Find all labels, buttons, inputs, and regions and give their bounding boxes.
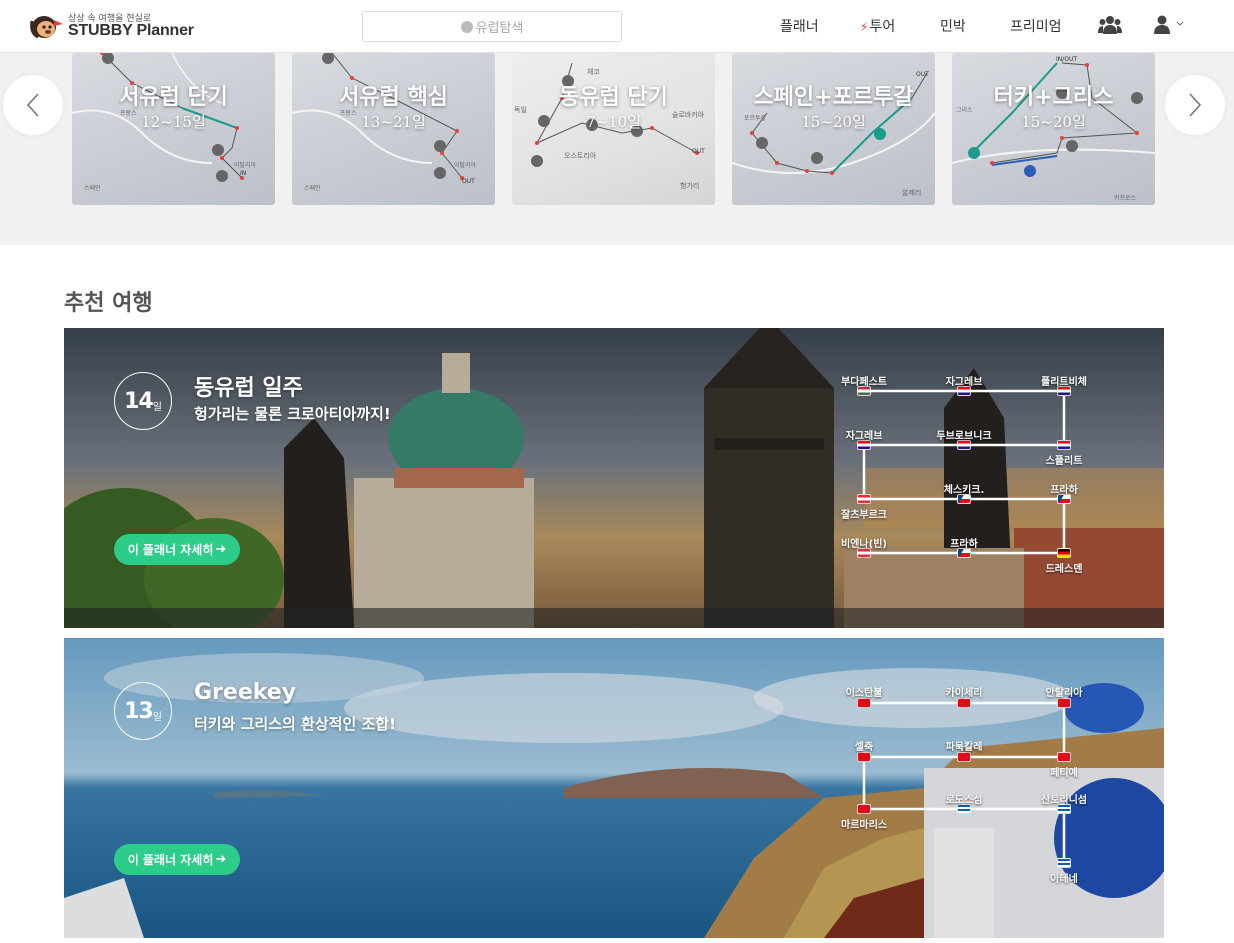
route-card-west-short[interactable]: 프랑스 이탈리아 IN 스페인 서유럽 단기 12~15일 [72,53,275,205]
nav-tour-label: 투어 [869,19,896,35]
logo-name: STUBBY Planner [68,22,194,39]
flag-turkey-icon [1057,752,1071,762]
route-city: 자그레브 [845,431,883,442]
map-label: 스페인 [84,185,101,192]
route-card-title: 터키+그리스 [993,85,1114,110]
nav-tour[interactable]: ⚡투어 [860,16,895,36]
route-card-days: 12~15일 [141,113,206,131]
route-card-spain-portugal[interactable]: OUT 포르투갈 알제리 스페인+포르투갈 15~20일 [732,53,935,205]
map-label: 키프로스 [1114,195,1137,202]
trip-banner-east-europe[interactable]: 14 일 동유럽 일주 헝가리는 물론 크로아티아까지! 이 플래너 자세히 ➔ … [64,328,1164,628]
route-city: 부다페스트 [841,377,887,388]
route-city: 두브로브니크 [936,431,992,442]
route-city: 자그레브 [945,377,983,388]
route-city: 이스탄불 [845,688,883,699]
route-card-days: 15~20일 [801,113,866,131]
route-city: 드레스덴 [1045,564,1083,575]
route-city: 산토리니섬 [1041,795,1087,806]
route-city: 안탈리아 [1045,688,1083,699]
route-city: 아테네 [1050,874,1078,885]
carousel-next-button[interactable] [1165,75,1225,135]
top-header: 상상 속 여행을 현실로 STUBBY Planner 유럽탐색 플래너 ⚡투어… [0,0,1234,53]
section-title: 추천 여행 [64,291,153,316]
route-city: 프라하 [1050,485,1078,496]
carousel-prev-button[interactable] [3,75,63,135]
map-label: 이탈리아 [234,162,257,169]
route-card-days: 15~20일 [1021,113,1086,131]
route-card-title: 서유럽 단기 [119,85,228,110]
group-icon[interactable] [1098,14,1122,36]
route-city: 플리트비체 [1041,377,1087,388]
flag-turkey-icon [1057,698,1071,708]
map-label: 이탈리아 [454,162,477,169]
nav-planner[interactable]: 플래너 [780,16,819,36]
route-card-turkey-greece[interactable]: IN/OUT 그리스 키프로스 터키+그리스 15~20일 [952,53,1155,205]
dog-mascot-icon [30,16,63,39]
route-card-east-short[interactable]: 체코 독일 슬로바키아 오스트리아 OUT 헝가리 동유럽 단기 7~10일 [512,53,715,205]
route-card-title: 서유럽 핵심 [339,85,448,110]
map-label: 헝가리 [680,182,700,190]
map-label: IN [240,170,247,177]
flag-turkey-icon [857,752,871,762]
chevron-right-icon [1189,93,1202,117]
route-card-title: 스페인+포르투갈 [753,85,914,110]
flag-turkey-icon [957,698,971,708]
route-carousel: 프랑스 이탈리아 IN 스페인 서유럽 단기 12~15일 프랑스 이탈리아 O… [0,53,1234,245]
logo[interactable]: 상상 속 여행을 현실로 STUBBY Planner [30,8,200,46]
flag-turkey-icon [857,698,871,708]
route-card-west-core[interactable]: 프랑스 이탈리아 OUT 스페인 서유럽 핵심 13~21일 [292,53,495,205]
search-placeholder: 유럽탐색 [475,21,524,36]
flag-turkey-icon [857,804,871,814]
map-label: OUT [916,71,929,78]
route-card-days: 13~21일 [361,113,426,131]
map-label: 스페인 [304,185,321,192]
route-card-days: 7~10일 [586,113,641,131]
flag-turkey-icon [957,752,971,762]
route-city: 잘츠부르크 [841,510,887,521]
route-city: 스플리트 [1045,456,1083,467]
user-menu-icon[interactable] [1153,14,1185,36]
lightning-icon: ⚡ [860,20,869,34]
flag-austria-icon [857,494,871,504]
map-label: 오스트리아 [564,152,597,160]
route-city: 파묵칼레 [945,742,983,753]
route-city: 비엔나(빈) [841,539,887,550]
trip-banner-greekey[interactable]: 13 일 Greekey 터키와 그리스의 환상적인 조합! 이 플래너 자세히… [64,638,1164,938]
nav-premium[interactable]: 프리미엄 [1010,16,1062,36]
map-label: 알제리 [902,189,922,197]
route-card-title: 동유럽 단기 [559,85,668,110]
route-city: 체스키크. [943,485,985,496]
map-label: 체코 [587,68,600,76]
flag-greece-icon [1057,858,1071,868]
route-diagram [862,389,1066,555]
route-city: 로도스섬 [945,795,983,806]
route-city: 카이세리 [945,688,983,699]
globe-icon [460,20,473,33]
route-city: 마르마리스 [841,820,887,831]
chevron-left-icon [26,93,39,117]
search-input[interactable]: 유럽탐색 [362,11,622,42]
route-diagram [862,701,1066,863]
map-label: IN/OUT [1056,56,1078,63]
route-city: 페티예 [1050,768,1078,779]
flag-croatia-icon [1057,440,1071,450]
map-label: OUT [462,178,475,185]
map-label: OUT [692,148,705,155]
nav-stay[interactable]: 민박 [940,16,966,36]
route-city: 프라하 [950,539,978,550]
flag-germany-icon [1057,548,1071,558]
route-city: 셀축 [854,742,874,753]
